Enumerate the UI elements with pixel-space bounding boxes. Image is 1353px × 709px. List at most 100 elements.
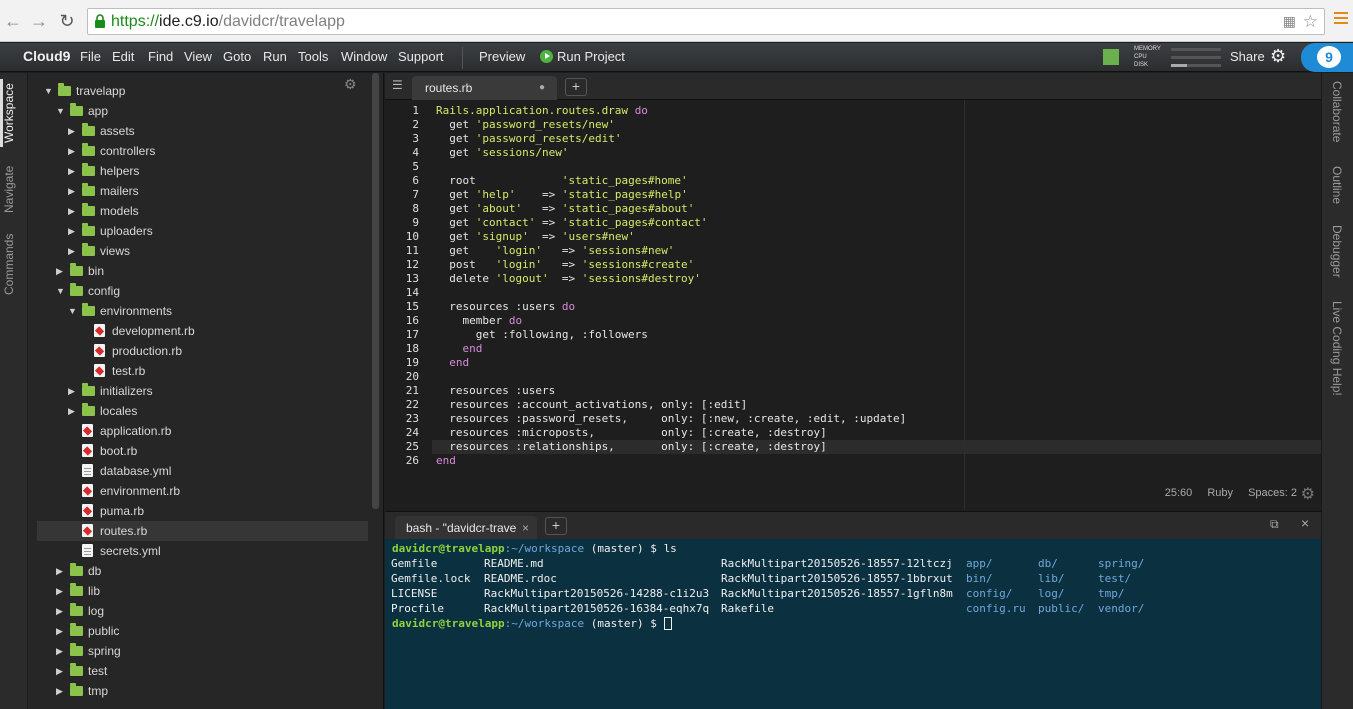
caret-right-icon[interactable]: ▶ bbox=[56, 621, 66, 641]
caret-right-icon[interactable]: ▶ bbox=[68, 221, 78, 241]
tree-folder[interactable]: ▶ db bbox=[28, 561, 368, 581]
caret-right-icon[interactable]: ▶ bbox=[68, 201, 78, 221]
menu-find[interactable]: Find bbox=[148, 49, 173, 64]
tab-workspace[interactable]: Workspace bbox=[2, 83, 16, 143]
bookmark-star-icon[interactable]: ☆ bbox=[1303, 9, 1318, 34]
caret-right-icon[interactable]: ▶ bbox=[56, 681, 66, 701]
cloud9-brand[interactable]: Cloud9 bbox=[23, 48, 70, 64]
caret-right-icon[interactable]: ▶ bbox=[56, 261, 66, 281]
editor-settings-gear-icon[interactable]: ⚙ bbox=[1301, 484, 1315, 504]
caret-right-icon[interactable]: ▶ bbox=[56, 581, 66, 601]
menu-tools[interactable]: Tools bbox=[298, 49, 328, 64]
tree-folder[interactable]: ▶ locales bbox=[28, 401, 368, 421]
caret-right-icon[interactable]: ▶ bbox=[68, 141, 78, 161]
terminal-tab-bash[interactable]: bash - "davidcr-trave × bbox=[395, 516, 537, 540]
translate-icon[interactable]: ▦ bbox=[1283, 9, 1296, 34]
new-tab-plus-icon[interactable]: + bbox=[565, 78, 587, 96]
language-mode[interactable]: Ruby bbox=[1207, 487, 1233, 499]
menu-edit[interactable]: Edit bbox=[112, 49, 134, 64]
caret-right-icon[interactable]: ▶ bbox=[56, 601, 66, 621]
tab-commands[interactable]: Commands bbox=[2, 234, 16, 295]
caret-right-icon[interactable]: ▶ bbox=[56, 641, 66, 661]
caret-down-icon[interactable]: ▼ bbox=[56, 101, 66, 121]
close-pane-icon[interactable]: × bbox=[1301, 515, 1309, 531]
tab-menu-icon[interactable]: ☰ bbox=[392, 78, 403, 92]
back-arrow-icon[interactable]: ← bbox=[2, 9, 24, 33]
tree-folder[interactable]: ▼ environments bbox=[28, 301, 368, 321]
tab-debugger[interactable]: Debugger bbox=[1330, 225, 1344, 278]
tree-folder[interactable]: ▶ initializers bbox=[28, 381, 368, 401]
caret-right-icon[interactable]: ▶ bbox=[56, 561, 66, 581]
tree-file[interactable]: application.rb bbox=[28, 421, 368, 441]
caret-down-icon[interactable]: ▼ bbox=[44, 81, 54, 101]
indent-setting[interactable]: Spaces: 2 bbox=[1248, 487, 1297, 499]
caret-right-icon[interactable]: ▶ bbox=[68, 241, 78, 261]
tree-file[interactable]: production.rb bbox=[28, 341, 368, 361]
tree-folder[interactable]: ▶ lib bbox=[28, 581, 368, 601]
tree-folder[interactable]: ▼ config bbox=[28, 281, 368, 301]
tree-folder[interactable]: ▶ helpers bbox=[28, 161, 368, 181]
tab-live-coding-help[interactable]: Live Coding Help! bbox=[1330, 301, 1344, 396]
forward-arrow-icon[interactable]: → bbox=[28, 9, 50, 33]
preview-button[interactable]: Preview bbox=[479, 49, 525, 64]
tree-file[interactable]: secrets.yml bbox=[28, 541, 368, 561]
tree-file[interactable]: puma.rb bbox=[28, 501, 368, 521]
line-number: 9 bbox=[412, 216, 419, 229]
caret-right-icon[interactable]: ▶ bbox=[68, 121, 78, 141]
caret-right-icon[interactable]: ▶ bbox=[68, 381, 78, 401]
caret-right-icon[interactable]: ▶ bbox=[68, 401, 78, 421]
tree-folder[interactable]: ▶ mailers bbox=[28, 181, 368, 201]
tree-folder[interactable]: ▶ log bbox=[28, 601, 368, 621]
tree-folder[interactable]: ▶ models bbox=[28, 201, 368, 221]
reload-icon[interactable]: ↻ bbox=[56, 9, 78, 33]
terminal-tab-close-icon[interactable]: × bbox=[522, 516, 529, 540]
tab-collaborate[interactable]: Collaborate bbox=[1330, 81, 1344, 142]
run-play-icon[interactable] bbox=[540, 50, 553, 63]
tab-outline[interactable]: Outline bbox=[1330, 166, 1344, 204]
url-bar[interactable]: https://ide.c9.io/davidcr/travelapp ▦ ☆ bbox=[87, 8, 1325, 35]
code-editor[interactable]: 1 2 3 4 5 6 7 8 9 10 11 12 13 14 15 16 17 18 19 20 21 22 23 24 2… bbox=[385, 100, 1321, 510]
tree-folder[interactable]: ▶ assets bbox=[28, 121, 368, 141]
collab-avatar-icon[interactable] bbox=[1103, 49, 1119, 65]
tree-folder[interactable]: ▼ travelapp bbox=[28, 81, 368, 101]
code-token: => bbox=[548, 272, 582, 285]
run-project-button[interactable]: Run Project bbox=[557, 49, 625, 64]
browser-menu-icon[interactable] bbox=[1334, 12, 1348, 26]
maximize-pane-icon[interactable]: ⧉ bbox=[1270, 517, 1279, 532]
caret-down-icon[interactable]: ▼ bbox=[68, 301, 78, 321]
caret-right-icon[interactable]: ▶ bbox=[56, 661, 66, 681]
tree-file[interactable]: development.rb bbox=[28, 321, 368, 341]
caret-right-icon[interactable]: ▶ bbox=[68, 181, 78, 201]
menu-support[interactable]: Support bbox=[398, 49, 444, 64]
settings-gear-icon[interactable]: ⚙ bbox=[1270, 46, 1286, 67]
tree-file[interactable]: database.yml bbox=[28, 461, 368, 481]
menu-goto[interactable]: Goto bbox=[223, 49, 251, 64]
tree-folder[interactable]: ▶ bin bbox=[28, 261, 368, 281]
terminal-output[interactable]: davidcr@travelapp:~/workspace (master) $… bbox=[385, 539, 1321, 709]
tree-scrollbar[interactable] bbox=[372, 73, 379, 509]
tree-file[interactable]: boot.rb bbox=[28, 441, 368, 461]
caret-right-icon[interactable]: ▶ bbox=[68, 161, 78, 181]
editor-tab-routes[interactable]: routes.rb ● bbox=[412, 76, 557, 100]
tree-folder[interactable]: ▶ controllers bbox=[28, 141, 368, 161]
tree-file[interactable]: routes.rb bbox=[37, 521, 368, 541]
file-tree: ⚙ ▼ travelapp ▼ app ▶ assets ▶ controllers ▶ help… bbox=[28, 73, 384, 709]
tab-unsaved-dot-icon[interactable]: ● bbox=[539, 76, 545, 100]
tree-folder[interactable]: ▼ app bbox=[28, 101, 368, 121]
menu-file[interactable]: File bbox=[80, 49, 101, 64]
tree-folder[interactable]: ▶ views bbox=[28, 241, 368, 261]
menu-window[interactable]: Window bbox=[341, 49, 387, 64]
tree-folder[interactable]: ▶ tmp bbox=[28, 681, 368, 701]
tree-folder[interactable]: ▶ spring bbox=[28, 641, 368, 661]
tree-folder[interactable]: ▶ uploaders bbox=[28, 221, 368, 241]
menu-run[interactable]: Run bbox=[263, 49, 287, 64]
menu-view[interactable]: View bbox=[184, 49, 212, 64]
caret-down-icon[interactable]: ▼ bbox=[56, 281, 66, 301]
tree-folder[interactable]: ▶ test bbox=[28, 661, 368, 681]
tree-file[interactable]: environment.rb bbox=[28, 481, 368, 501]
tab-navigate[interactable]: Navigate bbox=[2, 166, 16, 213]
tree-file[interactable]: test.rb bbox=[28, 361, 368, 381]
new-terminal-plus-icon[interactable]: + bbox=[545, 517, 567, 535]
tree-folder[interactable]: ▶ public bbox=[28, 621, 368, 641]
share-button[interactable]: Share bbox=[1230, 49, 1265, 64]
